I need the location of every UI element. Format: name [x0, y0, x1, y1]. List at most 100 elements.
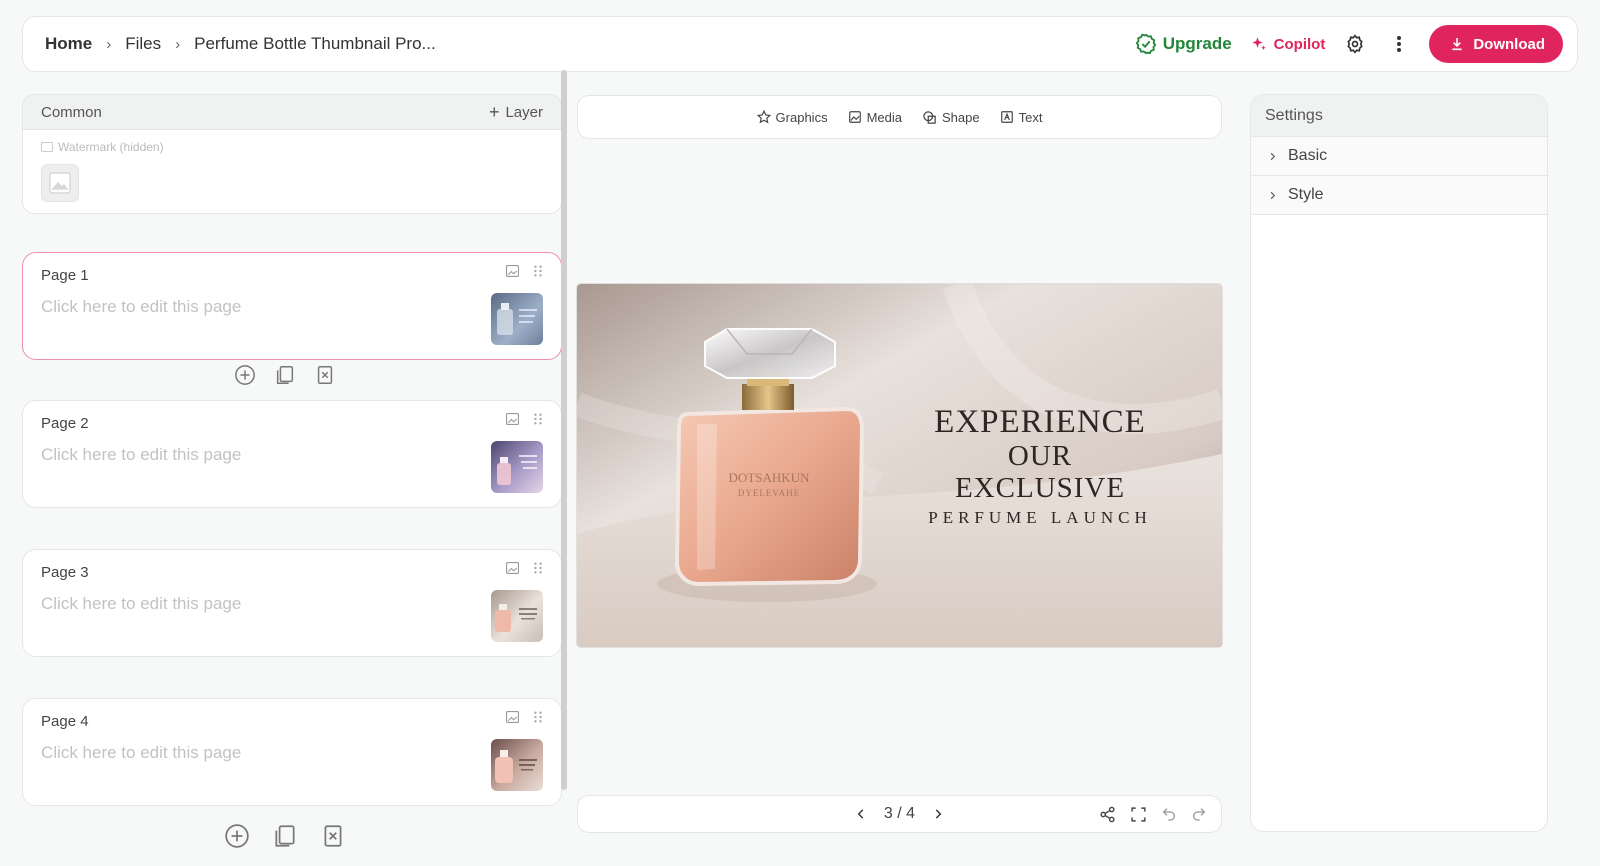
add-layer-label: Layer — [505, 103, 543, 121]
shape-button[interactable]: Shape — [922, 110, 980, 125]
download-icon — [1452, 38, 1462, 51]
watermark-label-text: Watermark (hidden) — [58, 140, 164, 154]
add-page-icon[interactable] — [234, 364, 256, 386]
slide-navigation-bar: 3 / 4 — [577, 795, 1222, 833]
download-label: Download — [1473, 35, 1545, 53]
headline-line-3: PERFUME LAUNCH — [928, 508, 1152, 527]
drag-handle-icon[interactable] — [533, 562, 543, 574]
copilot-button[interactable]: Copilot — [1250, 35, 1326, 53]
drag-handle-icon[interactable] — [533, 265, 543, 277]
settings-button[interactable] — [1341, 30, 1369, 58]
plus-icon: + — [488, 101, 500, 122]
download-button[interactable]: Download — [1429, 25, 1563, 63]
page-title: Page 1 — [41, 267, 89, 284]
media-button[interactable]: Media — [848, 110, 902, 125]
drag-handle-icon[interactable] — [533, 711, 543, 723]
settings-section-style[interactable]: Style — [1251, 176, 1547, 215]
text-label: Text — [1018, 109, 1043, 125]
page-edit-hint[interactable]: Click here to edit this page — [41, 743, 241, 763]
upgrade-label: Upgrade — [1162, 34, 1232, 53]
page-actions — [234, 364, 336, 386]
image-icon[interactable] — [506, 413, 519, 425]
add-layer-button[interactable]: + Layer — [489, 102, 543, 123]
page-card-3[interactable]: Page 3 Click here to edit this page — [22, 549, 562, 657]
page-thumbnail[interactable] — [491, 739, 543, 791]
more-vertical-icon — [1397, 36, 1402, 52]
page-actions — [224, 823, 346, 849]
pages-panel: Common + Layer Watermark (hidden) Page 1… — [22, 94, 562, 866]
more-menu-button[interactable] — [1385, 30, 1413, 58]
page-indicator: 3 / 4 — [883, 805, 916, 822]
page-title: Page 3 — [41, 564, 89, 581]
settings-section-label: Basic — [1288, 147, 1328, 164]
page-thumbnail[interactable] — [491, 441, 543, 493]
watermark-thumbnail[interactable] — [41, 164, 79, 202]
page-card-2[interactable]: Page 2 Click here to edit this page — [22, 400, 562, 508]
text-button[interactable]: Text — [1000, 109, 1043, 125]
page-edit-hint[interactable]: Click here to edit this page — [41, 445, 241, 465]
redo-icon[interactable] — [1191, 806, 1207, 822]
chevron-left-icon[interactable] — [854, 807, 868, 821]
headline-line-1: EXPERIENCE — [934, 404, 1146, 440]
add-page-icon[interactable] — [224, 823, 250, 849]
chevron-right-icon — [1270, 152, 1276, 160]
watermark-label: Watermark (hidden) — [41, 140, 561, 154]
star-icon — [756, 110, 771, 124]
top-bar: Home › Files › Perfume Bottle Thumbnail … — [22, 16, 1578, 72]
page-edit-hint[interactable]: Click here to edit this page — [41, 594, 241, 614]
bottle-label-1: DOTSAHKUN — [729, 470, 811, 485]
graphics-label: Graphics — [775, 109, 828, 125]
page-thumbnail[interactable] — [491, 590, 543, 642]
perfume-thumbnail-image — [495, 604, 537, 632]
image-icon[interactable] — [506, 562, 519, 574]
perfume-thumbnail-image — [495, 750, 537, 783]
duplicate-page-icon[interactable] — [272, 823, 298, 849]
sparkle-icon — [1251, 37, 1266, 50]
drag-handle-icon[interactable] — [533, 413, 543, 425]
settings-panel: Settings Basic Style — [1250, 94, 1548, 832]
page-card-4[interactable]: Page 4 Click here to edit this page — [22, 698, 562, 806]
settings-title: Settings — [1251, 95, 1547, 137]
chevron-right-icon — [1270, 191, 1276, 199]
image-icon[interactable] — [506, 711, 519, 723]
insert-toolbar: Graphics Media Shape Text — [577, 95, 1222, 139]
undo-icon[interactable] — [1161, 806, 1177, 822]
delete-page-icon[interactable] — [320, 823, 346, 849]
page-thumbnail[interactable] — [491, 293, 543, 345]
text-box-icon — [1000, 111, 1013, 123]
panel-scrollbar[interactable] — [561, 70, 567, 790]
breadcrumb-current-file[interactable]: Perfume Bottle Thumbnail Pro... — [194, 34, 436, 54]
page-edit-hint[interactable]: Click here to edit this page — [41, 297, 241, 317]
delete-page-icon[interactable] — [314, 364, 336, 386]
upgrade-button[interactable]: Upgrade — [1135, 33, 1232, 55]
copilot-label: Copilot — [1273, 35, 1326, 53]
gear-icon — [1347, 34, 1363, 54]
breadcrumb: Home › Files › Perfume Bottle Thumbnail … — [45, 34, 436, 54]
media-label: Media — [866, 109, 902, 125]
graphics-button[interactable]: Graphics — [756, 109, 828, 125]
common-title: Common — [41, 103, 102, 121]
page-title: Page 2 — [41, 415, 89, 432]
fullscreen-icon[interactable] — [1130, 806, 1147, 823]
page-card-1[interactable]: Page 1 Click here to edit this page — [22, 252, 562, 360]
slide-headline[interactable]: EXPERIENCE OUR EXCLUSIVE PERFUME LAUNCH — [920, 404, 1160, 532]
settings-section-basic[interactable]: Basic — [1251, 137, 1547, 176]
perfume-thumbnail-image — [497, 303, 537, 335]
badge-check-icon — [1135, 33, 1157, 55]
shape-label: Shape — [942, 109, 980, 125]
breadcrumb-home[interactable]: Home — [45, 34, 92, 54]
image-placeholder-icon — [49, 172, 71, 194]
share-icon[interactable] — [1099, 806, 1116, 823]
image-icon — [848, 111, 861, 123]
breadcrumb-files[interactable]: Files — [125, 34, 161, 54]
common-layer-card: Common + Layer Watermark (hidden) — [22, 94, 562, 214]
page-title: Page 4 — [41, 713, 89, 730]
settings-section-label: Style — [1288, 186, 1324, 203]
chevron-right-icon[interactable] — [931, 807, 945, 821]
perfume-thumbnail-image — [497, 455, 537, 485]
image-icon — [41, 142, 53, 152]
bottle-label-2: DYELEVAHE — [738, 488, 800, 498]
duplicate-page-icon[interactable] — [274, 364, 296, 386]
chevron-right-icon: › — [106, 35, 112, 53]
image-icon[interactable] — [506, 265, 519, 277]
